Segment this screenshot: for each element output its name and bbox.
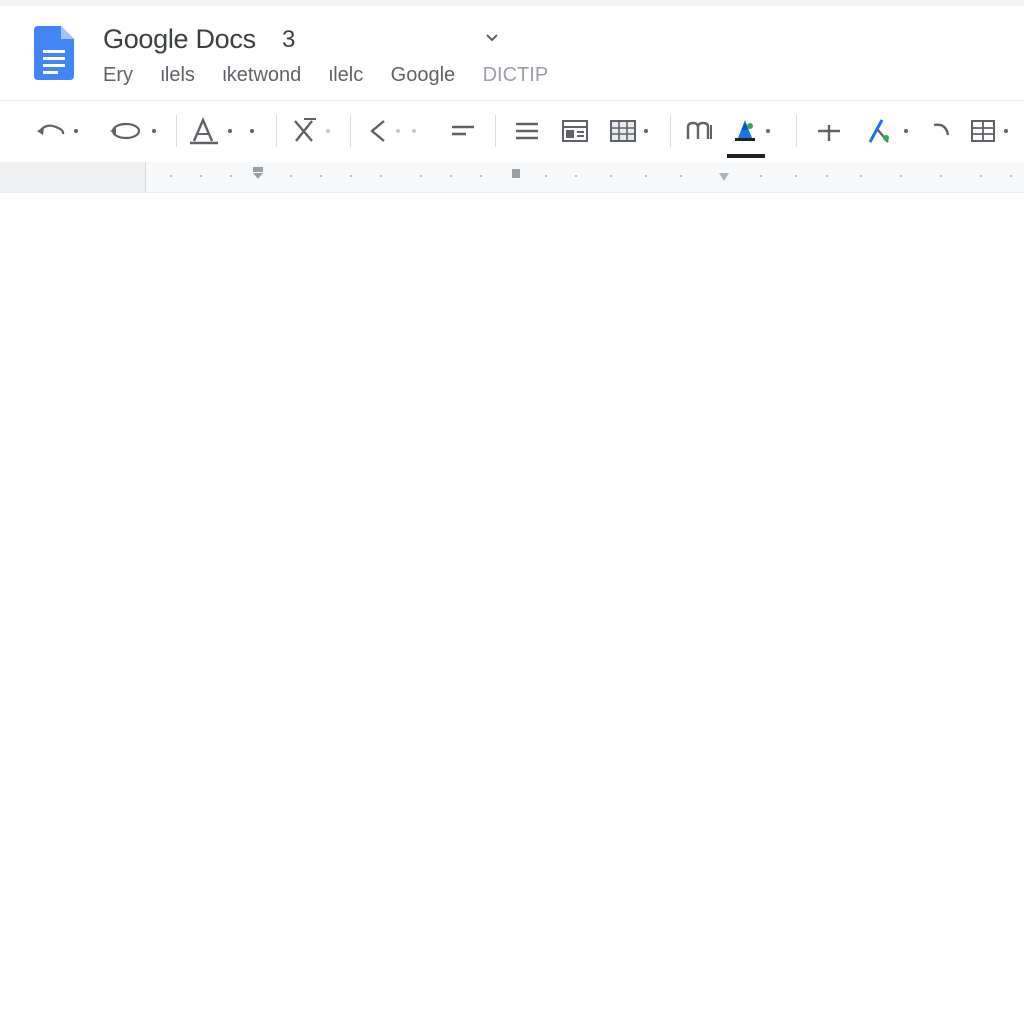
ruler-tick bbox=[480, 175, 482, 177]
ruler-tick bbox=[680, 175, 682, 177]
ruler-tick bbox=[900, 175, 902, 177]
back-dot-2 bbox=[412, 129, 416, 133]
edit-button[interactable] bbox=[864, 113, 908, 149]
align-button[interactable] bbox=[448, 113, 478, 149]
chevron-down-icon[interactable] bbox=[482, 28, 502, 48]
docs-logo-icon[interactable] bbox=[34, 26, 74, 80]
ruler-tick bbox=[1010, 175, 1012, 177]
back-chevron-icon bbox=[370, 120, 385, 142]
ruler-tick bbox=[610, 175, 612, 177]
clear-format-icon bbox=[294, 118, 316, 142]
ruler-tick bbox=[860, 175, 862, 177]
ruler-tick bbox=[420, 175, 422, 177]
menu-bar: Ery ιlels ιketwond ιlelc Google DICTIP bbox=[101, 62, 569, 90]
table-button[interactable] bbox=[608, 113, 648, 149]
text-style-button[interactable] bbox=[188, 113, 254, 149]
indent-marker-icon[interactable] bbox=[251, 167, 265, 181]
ruler-tick bbox=[290, 175, 292, 177]
ruler-tick bbox=[645, 175, 647, 177]
toolbar-separator bbox=[796, 115, 797, 147]
title-bar: Google Docs 3 Ery ιlels ιketwond ιlelc G… bbox=[0, 6, 1024, 98]
toolbar bbox=[0, 100, 1024, 161]
edit-pen-icon bbox=[868, 119, 889, 143]
highlight-dropdown-dot bbox=[766, 129, 770, 133]
ruler-tick bbox=[170, 175, 172, 177]
menu-item-4[interactable]: ιlelc bbox=[327, 62, 365, 89]
list-button[interactable] bbox=[512, 113, 542, 149]
menu-item-2[interactable]: ιlels bbox=[158, 62, 196, 89]
toolbar-separator bbox=[350, 115, 351, 147]
redo-icon bbox=[110, 122, 141, 140]
redo-button[interactable] bbox=[106, 113, 156, 149]
curve-arrow-icon bbox=[933, 123, 950, 136]
undo-dropdown-dot bbox=[74, 129, 78, 133]
google-docs-window: Google Docs 3 Ery ιlels ιketwond ιlelc G… bbox=[0, 0, 1024, 1024]
table-icon bbox=[610, 120, 636, 142]
ruler-tick bbox=[320, 175, 322, 177]
highlight-color-button[interactable] bbox=[730, 113, 770, 149]
toolbar-separator bbox=[276, 115, 277, 147]
ruler-tick bbox=[575, 175, 577, 177]
ruler-left-margin bbox=[0, 162, 146, 192]
ruler-tick bbox=[230, 175, 232, 177]
ruler-tick bbox=[380, 175, 382, 177]
toolbar-separator bbox=[670, 115, 671, 147]
ruler-tick bbox=[760, 175, 762, 177]
active-tool-underline bbox=[727, 154, 765, 158]
grid-dropdown-dot bbox=[1004, 129, 1008, 133]
undo-button[interactable] bbox=[34, 113, 78, 149]
right-indent-marker-icon[interactable] bbox=[717, 171, 731, 183]
text-style-icon bbox=[190, 117, 218, 145]
layout-button[interactable] bbox=[560, 113, 590, 149]
document-title[interactable]: Google Docs bbox=[103, 24, 256, 55]
grid-button[interactable] bbox=[968, 113, 1008, 149]
table-dropdown-dot bbox=[644, 129, 648, 133]
back-dot bbox=[396, 129, 400, 133]
menu-item-6[interactable]: DICTIP bbox=[481, 62, 551, 89]
undo-icon bbox=[37, 124, 65, 135]
title-badge: 3 bbox=[282, 26, 296, 53]
ruler-tick bbox=[826, 175, 828, 177]
text-style-dot-2 bbox=[250, 129, 254, 133]
tab-stop-marker-icon[interactable] bbox=[510, 167, 522, 181]
menu-item-5[interactable]: Google bbox=[389, 62, 458, 89]
ruler-tick bbox=[450, 175, 452, 177]
insert-plus-icon bbox=[818, 125, 840, 141]
menu-item-1[interactable]: Ery bbox=[101, 62, 135, 89]
ruler[interactable] bbox=[0, 162, 1024, 193]
layout-icon bbox=[562, 120, 588, 142]
grid-icon bbox=[971, 120, 995, 142]
text-style-dot bbox=[228, 129, 232, 133]
ruler-tick bbox=[350, 175, 352, 177]
highlight-color-icon bbox=[735, 120, 755, 141]
document-page[interactable] bbox=[0, 193, 1024, 1024]
toolbar-separator bbox=[176, 115, 177, 147]
align-icon bbox=[452, 125, 474, 136]
font-m-icon bbox=[686, 121, 712, 139]
ruler-tick bbox=[980, 175, 982, 177]
ruler-tick bbox=[795, 175, 797, 177]
edit-dropdown-dot bbox=[904, 129, 908, 133]
clear-format-button[interactable] bbox=[290, 113, 330, 149]
toolbar-separator bbox=[495, 115, 496, 147]
ruler-tick bbox=[200, 175, 202, 177]
ruler-tick bbox=[940, 175, 942, 177]
insert-button[interactable] bbox=[814, 113, 844, 149]
list-icon bbox=[516, 122, 538, 140]
curve-button[interactable] bbox=[928, 113, 956, 149]
menu-item-3[interactable]: ιketwond bbox=[220, 62, 303, 89]
ruler-tick bbox=[545, 175, 547, 177]
redo-dropdown-dot bbox=[152, 129, 156, 133]
back-button[interactable] bbox=[366, 113, 416, 149]
clear-format-dot bbox=[326, 129, 330, 133]
font-button[interactable] bbox=[684, 113, 716, 149]
